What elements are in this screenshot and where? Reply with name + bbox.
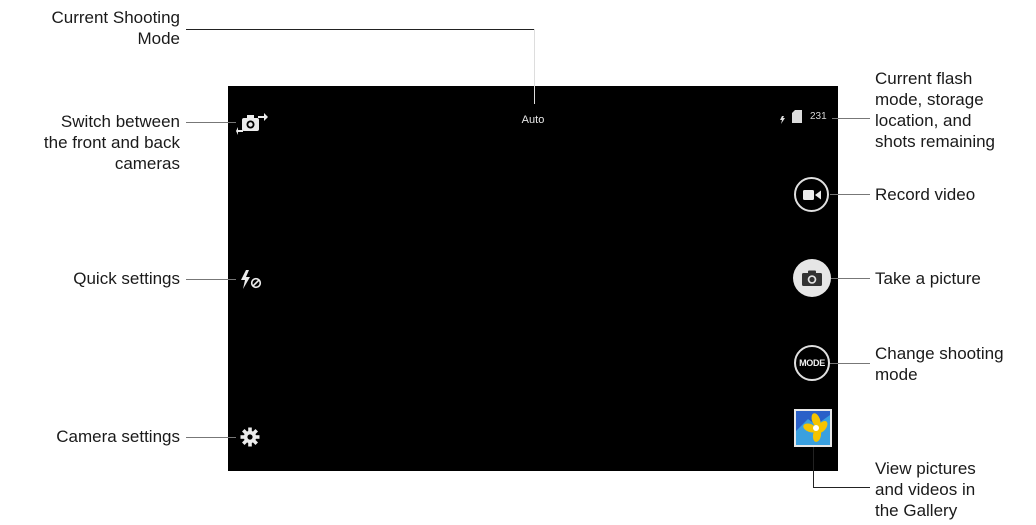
switch-camera-icon[interactable] xyxy=(236,110,268,136)
sd-card-icon xyxy=(792,110,802,123)
shooting-mode-label[interactable]: Auto xyxy=(522,114,545,126)
callout-camera-settings: Camera settings xyxy=(56,427,180,446)
mode-button-label: MODE xyxy=(799,358,825,368)
callout-shooting-mode: Current Shooting Mode xyxy=(51,8,180,48)
leader-shooting-mode-v xyxy=(534,29,535,104)
callout-quick-settings: Quick settings xyxy=(73,269,180,288)
gallery-thumbnail[interactable] xyxy=(794,409,832,447)
shots-remaining: 231 xyxy=(810,111,827,122)
camera-icon xyxy=(802,270,822,286)
video-camera-icon xyxy=(802,189,821,200)
callout-switch-camera: Switch between the front and back camera… xyxy=(43,112,180,173)
leader-quick-settings xyxy=(186,279,236,280)
flash-status-icon xyxy=(772,109,786,125)
leader-gallery-h xyxy=(813,487,870,488)
callout-change-mode: Change shooting mode xyxy=(875,344,1004,384)
callout-record-video: Record video xyxy=(875,185,976,204)
callout-gallery: View pictures and videos in the Gallery xyxy=(875,459,976,520)
record-video-button[interactable] xyxy=(794,177,829,212)
change-mode-button[interactable]: MODE xyxy=(794,345,830,381)
take-picture-button[interactable] xyxy=(793,259,831,297)
callout-take-picture: Take a picture xyxy=(875,269,981,288)
gallery-thumbnail-icon xyxy=(796,411,830,445)
leader-switch-camera xyxy=(186,122,236,123)
leader-change-mode xyxy=(830,363,870,364)
leader-record-video xyxy=(830,194,870,195)
leader-take-picture xyxy=(830,278,870,279)
leader-shooting-mode-h xyxy=(186,29,535,30)
flash-off-icon[interactable] xyxy=(238,268,264,292)
leader-camera-settings xyxy=(186,437,236,438)
leader-gallery-v xyxy=(813,447,814,487)
camera-viewfinder xyxy=(228,86,838,471)
callout-flash-storage: Current flash mode, storage location, an… xyxy=(875,69,996,151)
gear-icon[interactable] xyxy=(240,427,260,447)
leader-flash-storage xyxy=(832,118,870,119)
